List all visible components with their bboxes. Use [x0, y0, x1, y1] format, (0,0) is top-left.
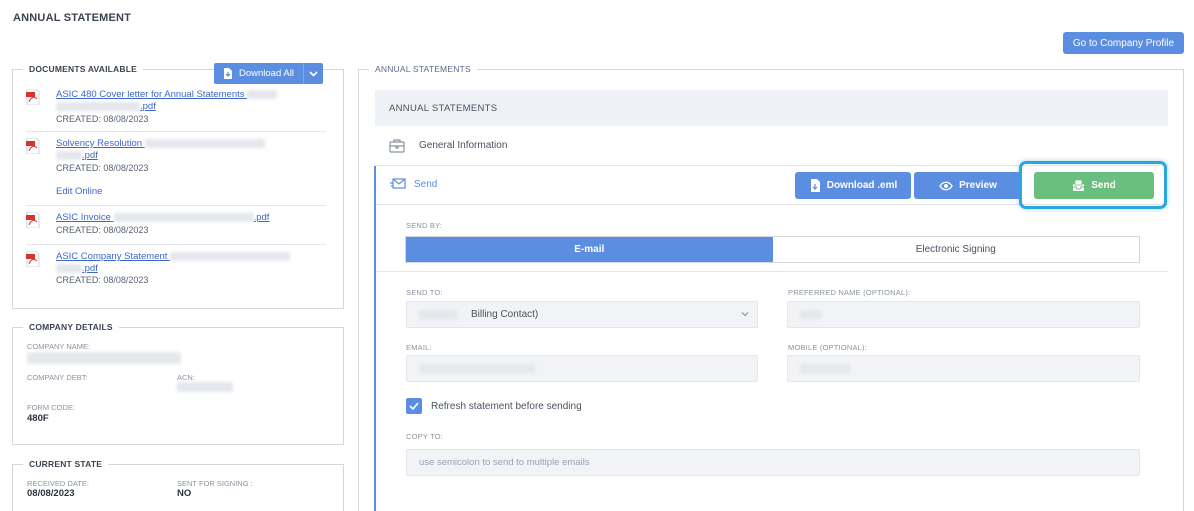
eye-icon	[939, 181, 953, 190]
send-by-electronic-signing-option[interactable]: Electronic Signing	[773, 237, 1140, 262]
form-code-value: 480F	[27, 413, 49, 424]
send-mail-icon	[390, 178, 406, 189]
page-title: ANNUAL STATEMENT	[13, 12, 132, 24]
company-name-value	[27, 352, 181, 364]
document-link[interactable]: ASIC Company Statement	[56, 251, 291, 262]
pdf-icon	[26, 251, 40, 267]
send-to-select[interactable]: Billing Contact)	[406, 301, 758, 328]
email-input[interactable]	[406, 355, 758, 382]
document-link[interactable]: Solvency Resolution	[56, 138, 265, 149]
checkmark-icon	[409, 402, 419, 410]
sent-for-signing-label: SENT FOR SIGNING :	[177, 479, 253, 488]
document-created-date: CREATED: 08/08/2023	[56, 163, 149, 173]
mobile-label: MOBILE (OPTIONAL):	[788, 343, 868, 352]
mobile-input[interactable]	[787, 355, 1140, 382]
pdf-icon	[26, 89, 40, 105]
company-debt-label: COMPANY DEBT:	[27, 373, 88, 382]
document-created-date: CREATED: 08/08/2023	[56, 225, 149, 235]
send-section-title[interactable]: Send	[390, 178, 437, 190]
refresh-statement-checkbox[interactable]	[406, 398, 422, 414]
preview-button[interactable]: Preview	[914, 172, 1022, 199]
document-item: ASIC Company Statement .pdf CREATED: 08/…	[26, 251, 326, 293]
document-link[interactable]: ASIC Invoice .pdf	[56, 212, 269, 223]
document-created-date: CREATED: 08/08/2023	[56, 275, 149, 285]
send-section: Send Download .eml Preview Send SEND BY:…	[374, 166, 1168, 511]
document-link[interactable]: ASIC 480 Cover letter for Annual Stateme…	[56, 89, 278, 100]
edit-online-link[interactable]: Edit Online	[56, 186, 102, 197]
download-all-label: Download All	[239, 68, 294, 79]
document-link-suffix[interactable]: .pdf	[56, 101, 156, 112]
acn-value	[177, 382, 233, 392]
document-item: ASIC 480 Cover letter for Annual Stateme…	[26, 89, 326, 132]
download-file-icon	[224, 68, 232, 79]
send-form: SEND BY: E-mail Electronic Signing SEND …	[376, 206, 1168, 511]
send-to-label: SEND TO:	[406, 288, 443, 297]
sent-for-signing-value: NO	[177, 488, 192, 499]
send-button-highlight	[1019, 161, 1167, 209]
document-link-suffix[interactable]: .pdf	[56, 263, 98, 274]
general-information-row[interactable]: General Information	[375, 126, 1168, 166]
chevron-down-icon	[741, 312, 749, 317]
company-details-legend: COMPANY DETAILS	[29, 322, 113, 332]
current-state-legend: CURRENT STATE	[29, 459, 103, 469]
briefcase-icon	[389, 138, 405, 153]
documents-legend: DOCUMENTS AVAILABLE	[29, 64, 137, 74]
send-by-label: SEND BY:	[406, 221, 443, 230]
email-label: EMAIL:	[406, 343, 432, 352]
chevron-down-icon[interactable]	[303, 63, 323, 84]
acn-label: ACN:	[177, 373, 195, 382]
download-file-icon	[810, 179, 820, 192]
document-created-date: CREATED: 08/08/2023	[56, 114, 149, 124]
document-link-suffix[interactable]: .pdf	[56, 150, 98, 161]
received-date-value: 08/08/2023	[27, 488, 75, 499]
send-by-toggle: E-mail Electronic Signing	[405, 236, 1140, 263]
download-eml-button[interactable]: Download .eml	[795, 172, 911, 199]
copy-to-label: COPY TO:	[406, 432, 444, 441]
send-to-value: Billing Contact)	[471, 309, 539, 320]
document-item: Solvency Resolution .pdf CREATED: 08/08/…	[26, 138, 326, 206]
download-all-button[interactable]: Download All	[214, 63, 323, 84]
annual-statements-legend: ANNUAL STATEMENTS	[375, 64, 471, 74]
company-name-label: COMPANY NAME:	[27, 342, 91, 351]
form-code-label: FORM CODE:	[27, 403, 75, 412]
copy-to-placeholder: use semicolon to send to multiple emails	[419, 457, 590, 468]
preferred-name-label: PREFERRED NAME (OPTIONAL):	[788, 288, 911, 297]
pdf-icon	[26, 138, 40, 154]
general-information-label: General Information	[419, 140, 508, 151]
go-to-company-profile-button[interactable]: Go to Company Profile	[1063, 32, 1184, 54]
received-date-label: RECEIVED DATE:	[27, 479, 89, 488]
pdf-icon	[26, 212, 40, 228]
send-by-email-option[interactable]: E-mail	[406, 237, 773, 262]
copy-to-input[interactable]: use semicolon to send to multiple emails	[406, 449, 1140, 476]
preferred-name-input[interactable]	[787, 301, 1140, 328]
document-item: ASIC Invoice .pdf CREATED: 08/08/2023	[26, 212, 326, 245]
refresh-statement-label: Refresh statement before sending	[431, 401, 582, 412]
annual-statements-header: ANNUAL STATEMENTS	[375, 90, 1168, 126]
divider	[376, 271, 1168, 272]
